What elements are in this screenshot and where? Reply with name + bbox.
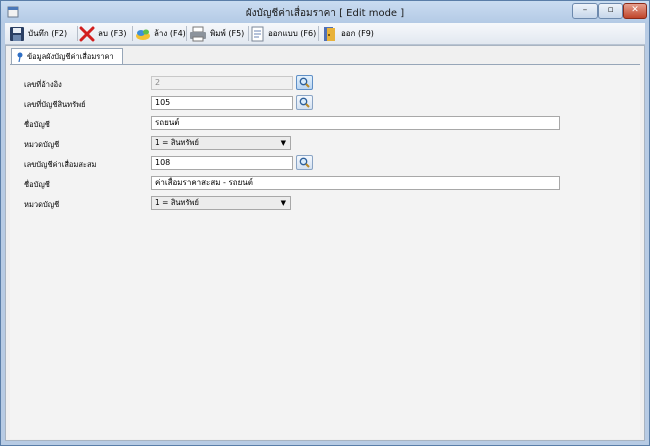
asset-account-no-field[interactable]: 105: [151, 96, 293, 110]
content-area: ข้อมูลผังบัญชีค่าเสื่อมราคา เลขที่อ้างอิ…: [5, 45, 645, 441]
red-x-icon: [79, 26, 95, 41]
exit-button[interactable]: ออก (F9): [322, 25, 374, 42]
minimize-button[interactable]: –: [572, 3, 598, 19]
maximize-button[interactable]: ▫: [598, 3, 623, 19]
clear-label: ล้าง (F4): [154, 29, 186, 38]
accum-dep-account-name-field[interactable]: ค่าเสื่อมราคาสะสม - รถยนต์: [151, 176, 560, 190]
exit-door-icon: [324, 26, 335, 41]
toolbar-separator: [186, 26, 187, 41]
asset-account-name-field[interactable]: รถยนต์: [151, 116, 560, 130]
toolbar-separator: [132, 26, 133, 41]
ref-no-lookup-button[interactable]: [296, 75, 313, 90]
delete-label: ลบ (F3): [98, 29, 127, 38]
search-icon: [299, 97, 310, 108]
eraser-icon: [136, 29, 150, 40]
asset-category-label: หมวดบัญชี: [24, 140, 60, 149]
window-title: ผังบัญชีค่าเสื่อมราคา [ Edit mode ]: [245, 8, 405, 19]
save-label: บันทึก (F2): [28, 29, 68, 38]
save-button[interactable]: บันทึก (F2): [9, 25, 67, 42]
print-button[interactable]: พิมพ์ (F5): [189, 25, 244, 42]
design-label: ออกแบบ (F6): [268, 29, 317, 38]
chevron-down-icon: ▼: [280, 139, 286, 147]
accum-dep-account-name-label: ชื่อบัญชี: [24, 180, 50, 189]
ref-no-field: 2: [151, 76, 293, 90]
asset-account-no-label: เลขที่บัญชีสินทรัพย์: [24, 100, 86, 109]
accum-dep-account-no-label: เลขบัญชีค่าเสื่อมสะสม: [24, 160, 97, 169]
tab-depreciation-account-info[interactable]: ข้อมูลผังบัญชีค่าเสื่อมราคา: [11, 48, 123, 64]
form-design-icon: [251, 26, 264, 41]
toolbar-separator: [248, 26, 249, 41]
chevron-down-icon: ▼: [280, 199, 286, 207]
ref-no-label: เลขที่อ้างอิง: [24, 80, 62, 89]
toolbar-separator: [77, 26, 78, 41]
form-panel: เลขที่อ้างอิง 2 เลขที่บัญชีสินทรัพย์ 105…: [10, 64, 640, 439]
asset-account-name-label: ชื่อบัญชี: [24, 120, 50, 129]
clear-button[interactable]: ล้าง (F4): [135, 25, 186, 42]
app-window: ผังบัญชีค่าเสื่อมราคา [ Edit mode ] – ▫ …: [0, 0, 650, 446]
pin-icon: [17, 52, 23, 62]
accum-dep-category-value: 1 = สินทรัพย์: [155, 198, 199, 207]
print-label: พิมพ์ (F5): [210, 29, 245, 38]
asset-account-lookup-button[interactable]: [296, 95, 313, 110]
close-button[interactable]: ✕: [623, 3, 647, 19]
accum-dep-account-no-field[interactable]: 108: [151, 156, 293, 170]
asset-category-value: 1 = สินทรัพย์: [155, 138, 199, 147]
design-button[interactable]: ออกแบบ (F6): [251, 25, 316, 42]
accum-dep-account-lookup-button[interactable]: [296, 155, 313, 170]
asset-category-select[interactable]: 1 = สินทรัพย์ ▼: [151, 136, 291, 150]
printer-icon: [190, 26, 206, 41]
toolbar: บันทึก (F2) ลบ (F3) ล้าง (F4) พิมพ์ (F5)…: [5, 23, 645, 45]
toolbar-separator: [318, 26, 319, 41]
floppy-disk-icon: [10, 26, 24, 41]
tab-label: ข้อมูลผังบัญชีค่าเสื่อมราคา: [27, 51, 114, 61]
accum-dep-category-label: หมวดบัญชี: [24, 200, 60, 209]
title-bar[interactable]: ผังบัญชีค่าเสื่อมราคา [ Edit mode ] – ▫ …: [1, 1, 649, 23]
accum-dep-category-select[interactable]: 1 = สินทรัพย์ ▼: [151, 196, 291, 210]
search-icon: [299, 157, 310, 168]
delete-button[interactable]: ลบ (F3): [79, 25, 126, 42]
search-icon: [299, 77, 310, 88]
exit-label: ออก (F9): [341, 29, 374, 38]
